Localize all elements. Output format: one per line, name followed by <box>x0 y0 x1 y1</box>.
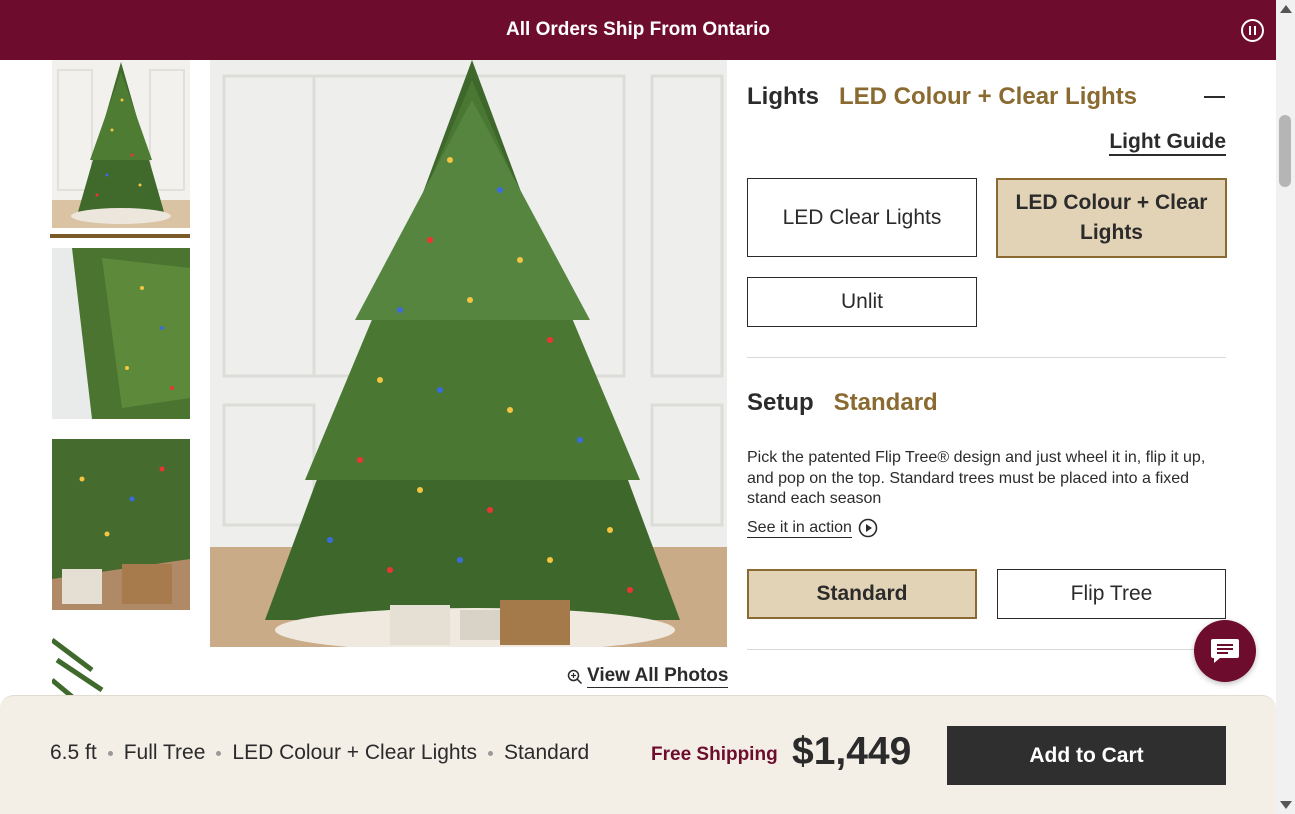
thumbnail-2[interactable] <box>52 248 190 419</box>
setup-header: Setup Standard <box>747 389 938 417</box>
separator-dot <box>107 750 113 756</box>
lights-header: Lights LED Colour + Clear Lights <box>747 83 1137 111</box>
announcement-text: All Orders Ship From Ontario <box>506 19 770 40</box>
pause-icon[interactable] <box>1241 19 1264 42</box>
free-shipping-label: Free Shipping <box>651 744 778 765</box>
thumbnail-1[interactable] <box>52 60 190 228</box>
light-guide-link[interactable]: Light Guide <box>1109 129 1226 156</box>
collapse-minus-icon[interactable] <box>1204 96 1225 98</box>
scrollbar-thumb[interactable] <box>1279 115 1291 187</box>
option-flip-tree[interactable]: Flip Tree <box>997 569 1226 619</box>
scroll-down-arrow-icon[interactable] <box>1280 801 1292 809</box>
separator-dot <box>487 750 493 756</box>
thumbnail-list <box>50 60 192 700</box>
thumbnail-3[interactable] <box>52 439 190 610</box>
option-unlit[interactable]: Unlit <box>747 277 977 327</box>
sticky-cart-bar: 6.5 ft Full Tree LED Colour + Clear Ligh… <box>0 695 1276 814</box>
see-it-in-action-label: See it in action <box>747 519 852 538</box>
see-it-in-action-link[interactable]: See it in action <box>747 518 878 538</box>
section-divider-2 <box>747 649 1226 650</box>
separator-dot <box>216 750 222 756</box>
option-led-colour-clear-lights[interactable]: LED Colour + Clear Lights <box>996 178 1227 258</box>
thumbnail-4[interactable] <box>52 630 190 700</box>
page-scrollbar[interactable] <box>1276 0 1295 814</box>
lights-selected-value: LED Colour + Clear Lights <box>839 83 1138 110</box>
chat-bubble-icon <box>1211 639 1239 663</box>
option-standard[interactable]: Standard <box>747 569 977 619</box>
play-circle-icon <box>858 518 878 538</box>
setup-selected-value: Standard <box>833 389 938 416</box>
selection-summary: 6.5 ft Full Tree LED Colour + Clear Ligh… <box>50 741 589 765</box>
setup-label: Setup <box>747 389 814 416</box>
price: $1,449 <box>792 730 912 773</box>
summary-lights: LED Colour + Clear Lights <box>232 741 477 764</box>
summary-size: 6.5 ft <box>50 741 97 764</box>
view-all-photos-link[interactable]: View All Photos <box>567 665 729 688</box>
summary-setup: Standard <box>503 741 590 764</box>
zoom-in-icon <box>567 669 583 684</box>
section-divider <box>747 357 1226 358</box>
lights-label: Lights <box>747 83 819 110</box>
chat-button[interactable] <box>1194 620 1256 682</box>
setup-description: Pick the patented Flip Tree® design and … <box>747 449 1206 507</box>
scroll-up-arrow-icon[interactable] <box>1280 5 1292 13</box>
summary-shape: Full Tree <box>123 741 206 764</box>
main-product-image[interactable] <box>210 60 727 647</box>
option-led-clear-lights[interactable]: LED Clear Lights <box>747 178 977 257</box>
active-thumbnail-indicator <box>50 234 190 238</box>
view-all-photos-label: View All Photos <box>587 665 729 688</box>
announcement-bar: All Orders Ship From Ontario <box>0 0 1276 60</box>
product-page: All Orders Ship From Ontario View All Ph… <box>0 0 1295 814</box>
add-to-cart-button[interactable]: Add to Cart <box>947 726 1226 785</box>
